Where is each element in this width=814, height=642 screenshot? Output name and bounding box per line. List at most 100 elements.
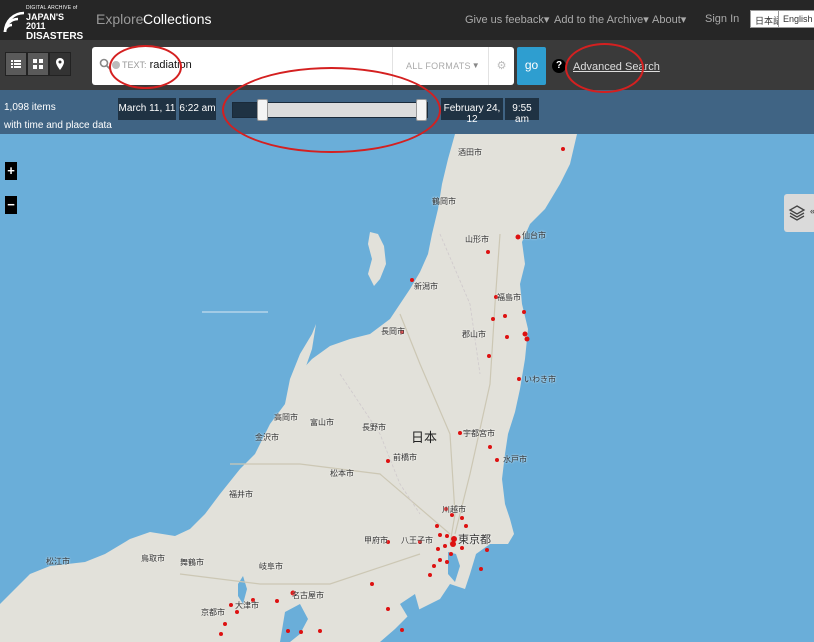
- city-label: 山形市: [465, 235, 489, 244]
- broadcast-arc-icon: [3, 11, 25, 33]
- radiation-marker: [432, 564, 436, 568]
- grid-icon: [33, 59, 43, 69]
- city-label: 大津市: [235, 601, 259, 610]
- nav-feedback-link[interactable]: Give us feeback▾: [465, 13, 549, 26]
- radiation-marker: [229, 603, 233, 607]
- radiation-marker: [445, 560, 449, 564]
- nav-about-link[interactable]: About▾: [652, 13, 686, 26]
- map-canvas[interactable]: 酒田市 鶴岡市 山形市 仙台市 新潟市 福島市 長岡市 郡山市 いわき市 高岡市…: [0, 134, 814, 642]
- radiation-marker: [491, 317, 495, 321]
- radiation-marker: [450, 541, 456, 547]
- radiation-marker: [219, 632, 223, 636]
- start-time[interactable]: 6:22 am: [179, 98, 216, 120]
- city-label: 酒田市: [458, 148, 482, 157]
- map-view-button[interactable]: [49, 52, 71, 76]
- highlight-ellipse-time-slider: [222, 67, 441, 153]
- end-date[interactable]: February 24, 12: [441, 98, 503, 125]
- nav-add-link[interactable]: Add to the Archive▾: [554, 13, 649, 26]
- radiation-marker: [449, 552, 453, 556]
- item-count-number: 1,098 items: [4, 102, 56, 113]
- caret-down-icon: ▼: [471, 61, 480, 70]
- radiation-marker: [451, 536, 457, 542]
- logo-line-1: DIGITAL ARCHIVE of: [26, 5, 78, 11]
- city-label: 名古屋市: [292, 591, 324, 600]
- city-label: 松本市: [330, 469, 354, 478]
- radiation-marker: [275, 599, 279, 603]
- city-label: 郡山市: [462, 330, 486, 339]
- archive-logo[interactable]: DIGITAL ARCHIVE of JAPAN'S 2011 DISASTER…: [2, 4, 83, 42]
- nav-add-label: Add to the Archive: [554, 14, 644, 26]
- city-label: 福井市: [229, 490, 253, 499]
- formats-selected-value: ALL FORMATS: [406, 61, 471, 71]
- radiation-marker: [435, 524, 439, 528]
- city-label: 甲府市: [364, 536, 388, 545]
- go-button[interactable]: go: [517, 47, 546, 85]
- nav-feedback-label: Give us feeback: [465, 14, 544, 26]
- city-label: 前橋市: [393, 453, 417, 462]
- radiation-marker: [488, 445, 492, 449]
- city-label: 岐阜市: [259, 562, 283, 571]
- start-date[interactable]: March 11, 11: [118, 98, 176, 120]
- city-label: 鳥取市: [141, 554, 165, 563]
- grid-view-button[interactable]: [27, 52, 49, 76]
- city-label: 長岡市: [381, 327, 405, 336]
- radiation-marker: [515, 234, 521, 240]
- radiation-marker: [438, 558, 442, 562]
- layers-icon: [788, 205, 806, 221]
- city-label: 松江市: [46, 557, 70, 566]
- city-label: 金沢市: [255, 433, 279, 442]
- country-label: 日本: [411, 430, 438, 445]
- settings-gear-icon[interactable]: ⚙: [488, 47, 514, 85]
- list-icon: [11, 60, 21, 68]
- nav-signin-link[interactable]: Sign In: [705, 13, 739, 25]
- radiation-marker: [503, 314, 507, 318]
- highlight-ellipse-search-term: [109, 45, 182, 89]
- nav-explore-link[interactable]: Explore: [96, 11, 143, 27]
- chevron-down-icon: ▾: [680, 14, 687, 26]
- radiation-marker: [223, 622, 227, 626]
- chevron-down-icon: ▾: [643, 14, 649, 26]
- item-count-caption: with time and place data: [4, 120, 112, 131]
- logo-text: DIGITAL ARCHIVE of JAPAN'S 2011 DISASTER…: [26, 6, 83, 42]
- radiation-marker: [443, 544, 447, 548]
- list-view-button[interactable]: [5, 52, 27, 76]
- radiation-marker: [487, 354, 491, 358]
- radiation-marker: [505, 335, 509, 339]
- help-icon[interactable]: ?: [552, 59, 566, 73]
- city-label: 京都市: [201, 608, 225, 617]
- city-label: 福島市: [497, 293, 521, 302]
- zoom-in-button[interactable]: +: [5, 162, 17, 180]
- radiation-marker: [318, 629, 322, 633]
- radiation-marker: [460, 516, 464, 520]
- radiation-marker: [561, 147, 565, 151]
- city-label: 川越市: [442, 505, 466, 514]
- chevron-left-icon: «: [810, 206, 814, 216]
- language-english-button[interactable]: English: [778, 10, 814, 28]
- top-navigation-bar: DIGITAL ARCHIVE of JAPAN'S 2011 DISASTER…: [0, 0, 814, 42]
- logo-line-2: JAPAN'S 2011: [26, 12, 64, 31]
- radiation-marker: [386, 607, 390, 611]
- radiation-marker: [386, 459, 390, 463]
- item-count: 1,098 items with time and place data: [4, 99, 112, 135]
- chevron-down-icon: ▾: [543, 14, 550, 26]
- radiation-marker: [495, 458, 499, 462]
- city-label: 宇都宮市: [463, 429, 495, 438]
- radiation-marker: [479, 567, 483, 571]
- nav-collections-link[interactable]: Collections: [143, 11, 211, 27]
- end-time[interactable]: 9:55 am: [505, 98, 539, 125]
- zoom-out-button[interactable]: −: [5, 196, 17, 214]
- city-label: 八王子市: [401, 536, 433, 545]
- radiation-marker: [464, 524, 468, 528]
- city-label: 高岡市: [274, 413, 298, 422]
- city-label: 鶴岡市: [432, 197, 456, 206]
- city-label: 東京都: [458, 534, 491, 546]
- radiation-marker: [486, 250, 490, 254]
- city-label: 新潟市: [414, 282, 438, 291]
- radiation-marker: [400, 628, 404, 632]
- layers-panel-toggle[interactable]: «: [784, 194, 814, 232]
- nav-about-label: About: [652, 14, 681, 26]
- city-label: 富山市: [310, 418, 334, 427]
- radiation-marker: [522, 331, 528, 337]
- radiation-marker: [485, 548, 489, 552]
- radiation-marker: [299, 630, 303, 634]
